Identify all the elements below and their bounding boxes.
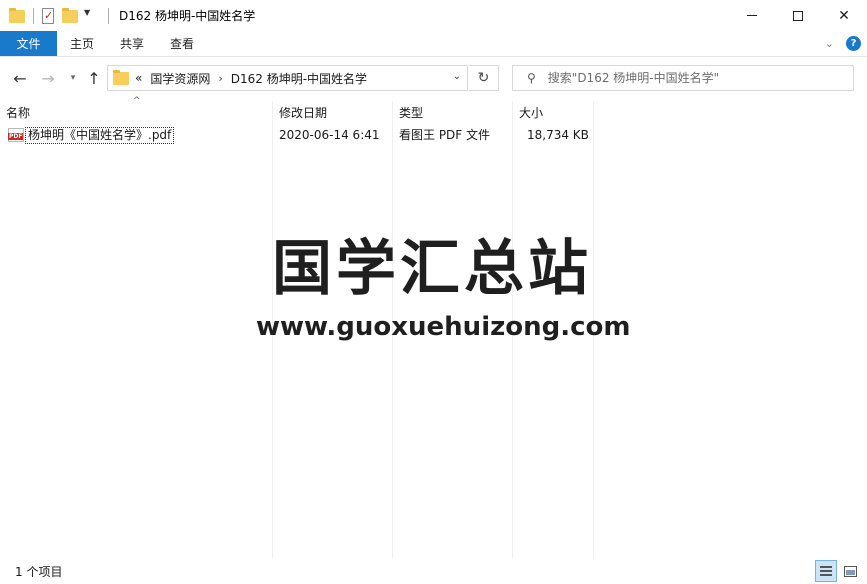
- up-button[interactable]: ↑: [84, 68, 104, 88]
- watermark-url: www.guoxuehuizong.com: [256, 312, 631, 342]
- toolbar-divider: [33, 7, 34, 24]
- pdf-file-icon: PDF: [8, 128, 24, 142]
- tab-view[interactable]: 查看: [157, 31, 207, 56]
- minimize-button[interactable]: [729, 0, 775, 31]
- address-history-dropdown-icon[interactable]: ⌄: [453, 71, 461, 82]
- quick-access-toolbar: ▼: [0, 0, 115, 31]
- view-switcher: [813, 560, 861, 582]
- column-header-size[interactable]: 大小: [513, 101, 593, 123]
- customize-toolbar-dropdown-icon[interactable]: ▼: [84, 8, 100, 24]
- refresh-button[interactable]: ↻: [469, 65, 499, 91]
- help-icon[interactable]: ?: [846, 36, 861, 51]
- search-box[interactable]: ⚲: [512, 65, 854, 91]
- tab-home[interactable]: 主页: [57, 31, 107, 56]
- ribbon-tabs: 文件 主页 共享 查看 ⌄ ?: [0, 31, 867, 57]
- column-header-type[interactable]: 类型: [393, 101, 512, 123]
- properties-icon[interactable]: [40, 7, 56, 24]
- expand-ribbon-chevron-icon[interactable]: ⌄: [825, 37, 834, 50]
- minimize-icon: [747, 15, 757, 16]
- navigation-bar: ← → ▾ ↑ « 国学资源网 › D162 杨坤明-中国姓名学 ⌄ ↻ ⚲: [0, 57, 867, 101]
- breadcrumb-separator-icon[interactable]: ›: [218, 72, 222, 85]
- large-icons-view-button[interactable]: [839, 560, 861, 582]
- new-folder-icon[interactable]: [62, 7, 78, 24]
- item-count: 1 个项目: [15, 565, 63, 579]
- close-icon: ✕: [838, 7, 850, 24]
- column-header-modified[interactable]: 修改日期: [273, 101, 392, 123]
- large-icons-view-icon: [843, 565, 857, 577]
- file-row[interactable]: PDF 杨坤明《中国姓名学》.pdf 2020-06-14 6:41 看图王 P…: [0, 125, 867, 146]
- file-modified-date: 2020-06-14 6:41: [279, 128, 380, 142]
- recent-locations-button[interactable]: ▾: [63, 68, 83, 88]
- window-controls: ✕: [729, 0, 867, 31]
- address-bar[interactable]: « 国学资源网 › D162 杨坤明-中国姓名学 ⌄: [107, 65, 468, 91]
- forward-button[interactable]: →: [38, 68, 58, 88]
- watermark-title: 国学汇总站: [272, 234, 592, 304]
- search-icon: ⚲: [527, 71, 536, 85]
- chevron-down-icon: ▾: [70, 73, 76, 83]
- arrow-right-icon: →: [41, 68, 55, 88]
- arrow-up-icon: ↑: [87, 68, 101, 88]
- tab-file[interactable]: 文件: [0, 31, 57, 56]
- breadcrumb-item[interactable]: D162 杨坤明-中国姓名学: [231, 70, 367, 87]
- refresh-icon: ↻: [477, 70, 490, 86]
- window-title: D162 杨坤明-中国姓名学: [119, 9, 256, 23]
- ribbon-right-controls: ⌄ ?: [825, 36, 861, 51]
- arrow-left-icon: ←: [13, 68, 27, 88]
- breadcrumb-overflow[interactable]: «: [135, 71, 142, 85]
- file-type: 看图王 PDF 文件: [399, 128, 491, 142]
- details-view-button[interactable]: [815, 560, 837, 582]
- details-view-icon: [820, 566, 832, 576]
- folder-icon[interactable]: [9, 7, 25, 24]
- file-size: 18,734 KB: [527, 128, 589, 142]
- status-bar: 1 个项目: [0, 559, 867, 584]
- title-bar: ▼ D162 杨坤明-中国姓名学 ✕: [0, 0, 867, 31]
- column-header-name[interactable]: 名称: [0, 101, 272, 123]
- search-input[interactable]: [547, 71, 828, 85]
- close-button[interactable]: ✕: [821, 0, 867, 31]
- maximize-icon: [793, 10, 803, 21]
- tab-share[interactable]: 共享: [107, 31, 157, 56]
- breadcrumb-item[interactable]: 国学资源网: [150, 70, 210, 87]
- file-name[interactable]: 杨坤明《中国姓名学》.pdf: [25, 127, 175, 144]
- folder-icon: [113, 70, 129, 86]
- toolbar-divider: [108, 7, 109, 24]
- back-button[interactable]: ←: [10, 68, 30, 88]
- maximize-button[interactable]: [775, 0, 821, 31]
